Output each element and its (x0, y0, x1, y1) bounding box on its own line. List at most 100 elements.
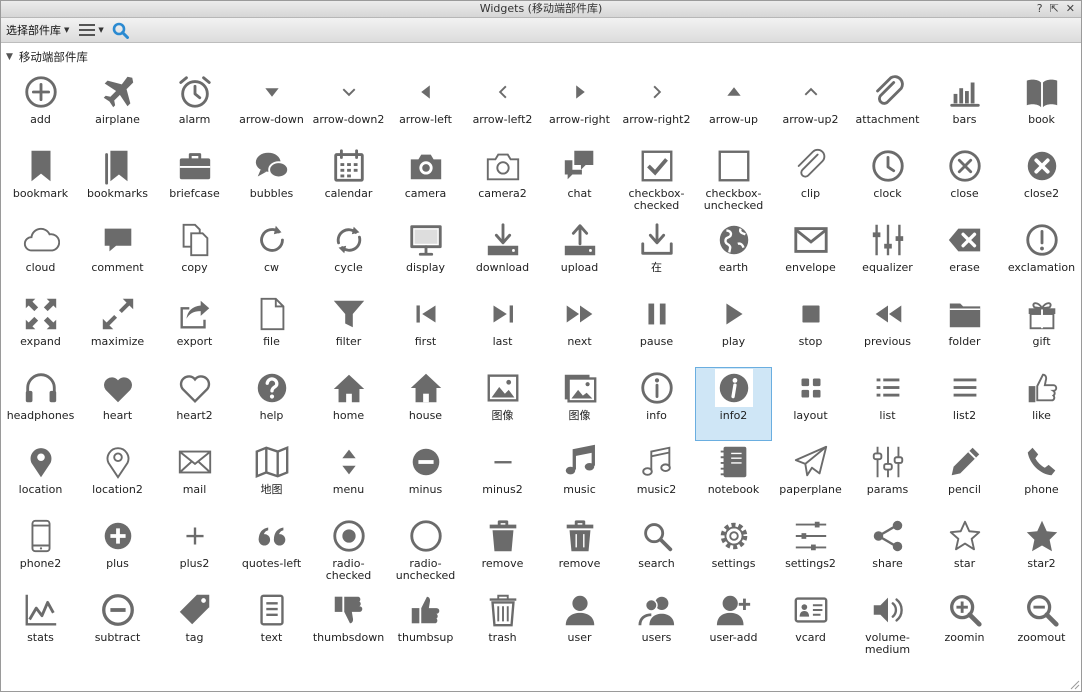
widget-item-download[interactable]: download (464, 218, 541, 292)
widget-item-thumbsup[interactable]: thumbsup (387, 588, 464, 662)
widget-item-camera2[interactable]: camera2 (464, 144, 541, 218)
widget-item-add[interactable]: add (2, 70, 79, 144)
widget-item-menu[interactable]: menu (310, 440, 387, 514)
widget-item-airplane[interactable]: airplane (79, 70, 156, 144)
widget-item-first[interactable]: first (387, 292, 464, 366)
widget-item-close[interactable]: close (926, 144, 1003, 218)
widget-item-checkbox-unchecked[interactable]: checkbox- unchecked (695, 144, 772, 218)
widget-item-location2[interactable]: location2 (79, 440, 156, 514)
widget-item-maximize[interactable]: maximize (79, 292, 156, 366)
widget-item-info[interactable]: info (618, 366, 695, 440)
widget-item-remove2[interactable]: remove (541, 514, 618, 588)
widget-item-headphones[interactable]: headphones (2, 366, 79, 440)
widget-item-folder[interactable]: folder (926, 292, 1003, 366)
widget-item-zoomin[interactable]: zoomin (926, 588, 1003, 662)
help-icon[interactable]: ? (1037, 1, 1043, 17)
widget-item-display[interactable]: display (387, 218, 464, 292)
widget-item-quotes-left[interactable]: quotes-left (233, 514, 310, 588)
widget-item-settings2[interactable]: settings2 (772, 514, 849, 588)
widget-item-radio-checked[interactable]: radio- checked (310, 514, 387, 588)
widget-item-heart2[interactable]: heart2 (156, 366, 233, 440)
widget-item-tag[interactable]: tag (156, 588, 233, 662)
close-icon[interactable]: ✕ (1066, 1, 1075, 17)
widget-item-erase[interactable]: erase (926, 218, 1003, 292)
widget-item-zoomout[interactable]: zoomout (1003, 588, 1080, 662)
widget-item-arrow-up2[interactable]: arrow-up2 (772, 70, 849, 144)
widget-item-map[interactable]: 地图 (233, 440, 310, 514)
widget-item-stop[interactable]: stop (772, 292, 849, 366)
widget-item-arrow-right2[interactable]: arrow-right2 (618, 70, 695, 144)
widget-item-last[interactable]: last (464, 292, 541, 366)
widget-item-music2[interactable]: music2 (618, 440, 695, 514)
widget-item-clip[interactable]: clip (772, 144, 849, 218)
widget-item-gift[interactable]: gift (1003, 292, 1080, 366)
widget-item-pencil[interactable]: pencil (926, 440, 1003, 514)
widget-item-cycle[interactable]: cycle (310, 218, 387, 292)
widget-item-arrow-right[interactable]: arrow-right (541, 70, 618, 144)
widget-item-attachment[interactable]: attachment (849, 70, 926, 144)
widget-item-bookmark[interactable]: bookmark (2, 144, 79, 218)
library-section-header[interactable]: ▼ 移动端部件库 (1, 46, 1081, 68)
search-button[interactable] (112, 22, 129, 39)
widget-item-exclamation[interactable]: exclamation (1003, 218, 1080, 292)
widget-item-phone2[interactable]: phone2 (2, 514, 79, 588)
widget-item-plus2[interactable]: plus2 (156, 514, 233, 588)
widget-item-list[interactable]: list (849, 366, 926, 440)
widget-item-share[interactable]: share (849, 514, 926, 588)
widget-item-minus[interactable]: minus (387, 440, 464, 514)
widget-item-checkbox-checked[interactable]: checkbox- checked (618, 144, 695, 218)
widget-item-images[interactable]: 图像 (541, 366, 618, 440)
widget-item-copy[interactable]: copy (156, 218, 233, 292)
widget-item-home[interactable]: home (310, 366, 387, 440)
widget-item-file[interactable]: file (233, 292, 310, 366)
widget-item-previous[interactable]: previous (849, 292, 926, 366)
widget-item-music[interactable]: music (541, 440, 618, 514)
widget-item-expand[interactable]: expand (2, 292, 79, 366)
resize-grip-icon[interactable] (1068, 678, 1080, 690)
widget-item-download-box[interactable]: 在 (618, 218, 695, 292)
widget-item-close2[interactable]: close2 (1003, 144, 1080, 218)
widget-item-params[interactable]: params (849, 440, 926, 514)
widget-item-layout[interactable]: layout (772, 366, 849, 440)
undock-icon[interactable]: ⇱ (1050, 1, 1059, 17)
widget-item-calendar[interactable]: calendar (310, 144, 387, 218)
widget-item-upload[interactable]: upload (541, 218, 618, 292)
widget-item-arrow-left[interactable]: arrow-left (387, 70, 464, 144)
widget-item-paperplane[interactable]: paperplane (772, 440, 849, 514)
widget-item-bookmarks[interactable]: bookmarks (79, 144, 156, 218)
widget-item-bubbles[interactable]: bubbles (233, 144, 310, 218)
widget-item-envelope[interactable]: envelope (772, 218, 849, 292)
widget-item-mail[interactable]: mail (156, 440, 233, 514)
widget-item-house[interactable]: house (387, 366, 464, 440)
widget-item-notebook[interactable]: notebook (695, 440, 772, 514)
widget-item-search[interactable]: search (618, 514, 695, 588)
widget-item-plus[interactable]: plus (79, 514, 156, 588)
widget-item-camera[interactable]: camera (387, 144, 464, 218)
widget-item-volume-medium[interactable]: volume- medium (849, 588, 926, 662)
widget-item-arrow-up[interactable]: arrow-up (695, 70, 772, 144)
title-bar[interactable]: Widgets (移动端部件库) ? ⇱ ✕ (1, 1, 1081, 18)
widget-item-image[interactable]: 图像 (464, 366, 541, 440)
widget-item-phone[interactable]: phone (1003, 440, 1080, 514)
widget-item-star2[interactable]: star2 (1003, 514, 1080, 588)
widget-item-export[interactable]: export (156, 292, 233, 366)
widget-item-next[interactable]: next (541, 292, 618, 366)
widget-item-info2[interactable]: info2 (695, 366, 772, 441)
widget-item-help[interactable]: help (233, 366, 310, 440)
widget-item-list2[interactable]: list2 (926, 366, 1003, 440)
widget-item-pause[interactable]: pause (618, 292, 695, 366)
widget-item-vcard[interactable]: vcard (772, 588, 849, 662)
widget-item-cloud[interactable]: cloud (2, 218, 79, 292)
widget-item-arrow-down[interactable]: arrow-down (233, 70, 310, 144)
widget-item-cw[interactable]: cw (233, 218, 310, 292)
widget-item-earth[interactable]: earth (695, 218, 772, 292)
widget-item-filter[interactable]: filter (310, 292, 387, 366)
widget-item-radio-unchecked[interactable]: radio- unchecked (387, 514, 464, 588)
widget-item-equalizer[interactable]: equalizer (849, 218, 926, 292)
widget-item-play[interactable]: play (695, 292, 772, 366)
widget-item-star[interactable]: star (926, 514, 1003, 588)
widget-item-stats[interactable]: stats (2, 588, 79, 662)
widget-item-briefcase[interactable]: briefcase (156, 144, 233, 218)
widget-item-arrow-left2[interactable]: arrow-left2 (464, 70, 541, 144)
widget-item-text[interactable]: text (233, 588, 310, 662)
